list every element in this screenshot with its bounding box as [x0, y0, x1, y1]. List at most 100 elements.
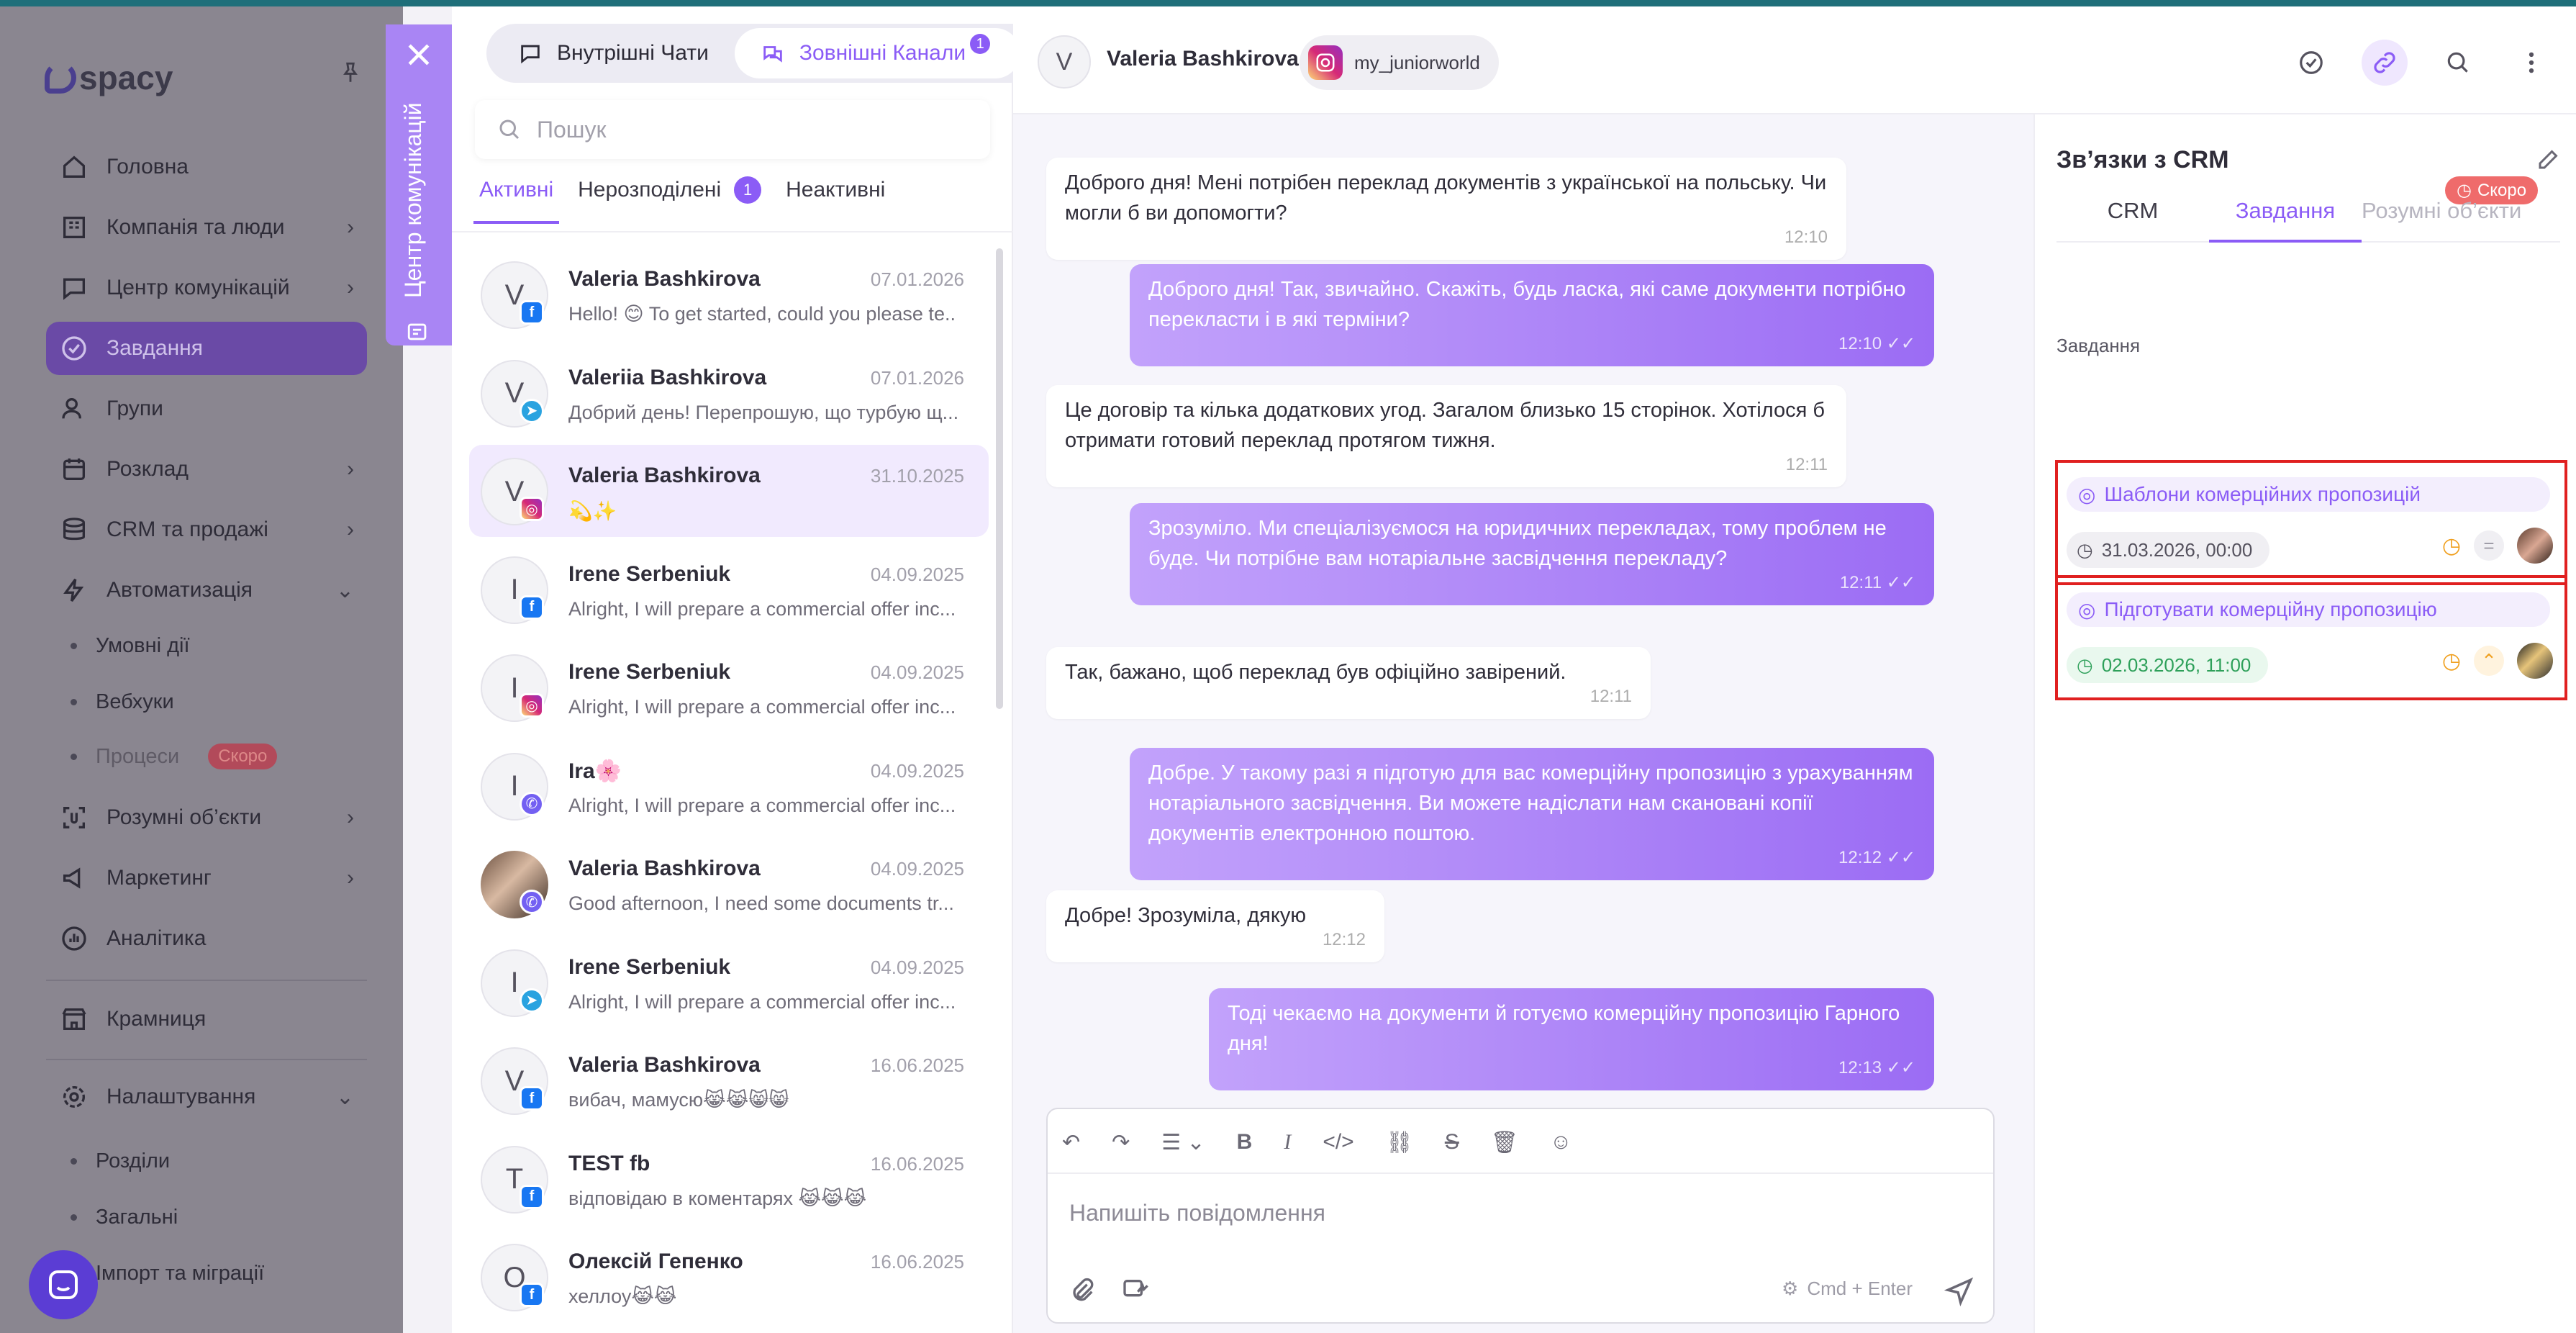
conversation-item[interactable]: I ➤ Irene Serbeniuk 04.09.2025 Alright, …	[469, 936, 989, 1029]
conversation-item[interactable]: I ✆ Ira🌸 04.09.2025 Alright, I will prep…	[469, 740, 989, 832]
logo-text: spacy	[79, 59, 173, 96]
sidebar-item-3[interactable]: Завдання	[46, 322, 367, 375]
message-text: Доброго дня! Так, звичайно. Скажіть, буд…	[1148, 278, 1906, 331]
sidebar-item-0[interactable]: Головна	[46, 140, 367, 194]
automation-sub-item-1[interactable]: Вебхуки	[71, 690, 174, 714]
sidebar-item2-0[interactable]: Розумні об’єкти ›	[46, 791, 367, 844]
task-deadline[interactable]: ◷ 02.03.2026, 11:00	[2067, 647, 2269, 683]
message-text: Зрозуміло. Ми спеціалізуємося на юридичн…	[1148, 517, 1887, 570]
conversation-item[interactable]: V ◎ Valeria Bashkirova 31.10.2025 💫✨	[469, 445, 989, 537]
app-logo[interactable]: spacy	[45, 58, 173, 97]
list-tab-0[interactable]: Активні	[473, 176, 560, 224]
assignee-avatar[interactable]	[2517, 528, 2553, 564]
tab-label: Нерозподілені	[578, 178, 722, 202]
trash-icon[interactable]: 🗑	[1491, 1130, 1518, 1155]
conversation-item[interactable]: T f TEST fb 16.06.2025 відповідаю в коме…	[469, 1133, 989, 1225]
home-icon	[58, 150, 91, 184]
list-scrollbar[interactable]	[996, 248, 1003, 709]
contact-avatar[interactable]: V	[1038, 35, 1091, 89]
chevron-icon: ›	[347, 518, 354, 541]
priority-normal-icon[interactable]: =	[2474, 530, 2504, 561]
conversation-item[interactable]: V f Valeria Bashkirova 16.06.2025 вибач,…	[469, 1034, 989, 1126]
more-options-button[interactable]	[2508, 40, 2554, 86]
automation-sub-item-processes[interactable]: Процеси Скоро	[71, 744, 278, 769]
pin-icon[interactable]	[338, 60, 363, 85]
message-bubble-in[interactable]: Добре! Зрозуміла, дякую 12:12	[1046, 890, 1384, 962]
settings-sub-item-2[interactable]: Імпорт та міграції	[71, 1262, 264, 1285]
sidebar-item-store[interactable]: Крамниця	[46, 993, 367, 1046]
align-dropdown-icon[interactable]: ☰ ⌄	[1161, 1130, 1205, 1155]
crm-links-button[interactable]	[2362, 40, 2408, 86]
bold-icon[interactable]: B	[1237, 1130, 1253, 1154]
link-icon[interactable]: ⛓	[1386, 1130, 1413, 1155]
redo-icon[interactable]: ↷	[1112, 1130, 1130, 1155]
sidebar-item2-2[interactable]: Аналітика	[46, 912, 367, 965]
conversation-item[interactable]: I f Irene Serbeniuk 04.09.2025 Alright, …	[469, 543, 989, 636]
conversation-item[interactable]: ✆ Valeria Bashkirova 04.09.2025 Good aft…	[469, 838, 989, 930]
close-icon[interactable]	[403, 39, 435, 71]
support-chat-button[interactable]	[29, 1250, 98, 1319]
assignee-avatar[interactable]	[2517, 643, 2553, 679]
send-shortcut-hint[interactable]: ⚙ Cmd + Enter	[1782, 1278, 1913, 1300]
italic-icon[interactable]: I	[1284, 1130, 1291, 1154]
conversation-item[interactable]: O f Олексій Гепенко 16.06.2025 хеллоу😹😹	[469, 1231, 989, 1323]
clock-icon: ◷	[2077, 538, 2093, 561]
attach-icon[interactable]	[1068, 1276, 1097, 1305]
settings-sub-item-0[interactable]: Розділи	[71, 1149, 170, 1173]
list-tab-1[interactable]: Нерозподілені 1	[578, 176, 762, 224]
conversation-item[interactable]: V f Valeria Bashkirova 07.01.2026 Hello!…	[469, 248, 989, 340]
list-tab-2[interactable]: Неактивні	[786, 176, 885, 224]
send-hint-text: Cmd + Enter	[1807, 1278, 1913, 1299]
message-bubble-out[interactable]: Доброго дня! Так, звичайно. Скажіть, буд…	[1130, 264, 1934, 366]
message-bubble-out[interactable]: Тоді чекаємо на документи й готуємо коме…	[1209, 988, 1934, 1090]
conversation-item[interactable]: I ◎ Irene Serbeniuk 04.09.2025 Alright, …	[469, 641, 989, 733]
sidebar-item-4[interactable]: Групи	[46, 382, 367, 435]
complete-chat-button[interactable]	[2288, 40, 2334, 86]
message-bubble-in[interactable]: Доброго дня! Мені потрібен переклад доку…	[1046, 158, 1846, 260]
strikethrough-icon[interactable]: S	[1445, 1130, 1459, 1154]
search-chat-button[interactable]	[2435, 40, 2481, 86]
top-tab-0[interactable]: Внутрішні Чати	[492, 28, 735, 78]
time-text: 12:13	[1838, 1058, 1882, 1077]
quick-reply-icon[interactable]	[1121, 1276, 1150, 1305]
crm-tab-2[interactable]: Розумні об’єкти	[2362, 198, 2521, 241]
priority-high-icon[interactable]: ⌃	[2474, 646, 2504, 676]
sidebar-item-2[interactable]: Центр комунікацій ›	[46, 261, 367, 315]
message-bubble-out[interactable]: Зрозуміло. Ми спеціалізуємося на юридичн…	[1130, 503, 1934, 605]
sidebar-item-1[interactable]: Компанія та люди ›	[46, 201, 367, 254]
crm-tab-0[interactable]: CRM	[2056, 198, 2209, 241]
bullet-dot	[71, 643, 77, 649]
top-tab-1[interactable]: Зовнішні Канали 1	[734, 28, 1021, 78]
conversation-item[interactable]: V ➤ Valeriia Bashkirova 07.01.2026 Добри…	[469, 347, 989, 439]
channel-account-chip[interactable]: my_juniorworld	[1300, 35, 1499, 90]
undo-icon[interactable]: ↶	[1062, 1130, 1080, 1155]
conversation-preview: Alright, I will prepare a commercial off…	[568, 597, 956, 620]
task-name[interactable]: ◎ Підготувати комерційну пропозицію	[2067, 592, 2550, 627]
message-bubble-in[interactable]: Це договір та кілька додаткових угод. За…	[1046, 385, 1846, 487]
emoji-icon[interactable]: ☺	[1550, 1130, 1572, 1154]
sidebar-item-5[interactable]: Розклад ›	[46, 443, 367, 496]
search-input[interactable]: Пошук	[475, 100, 990, 159]
message-bubble-in[interactable]: Так, бажано, щоб переклад був офіційно з…	[1046, 647, 1651, 719]
soon-badge: Скоро	[208, 744, 278, 769]
task-deadline[interactable]: ◷ 31.03.2026, 00:00	[2067, 532, 2270, 568]
task-card[interactable]: ◎ Підготувати комерційну пропозицію ◷ 02.0…	[2055, 575, 2567, 700]
sidebar-item-6[interactable]: CRM та продажі ›	[46, 503, 367, 556]
settings-sub-item-1[interactable]: Загальні	[71, 1206, 178, 1229]
send-icon[interactable]	[1944, 1276, 1974, 1306]
crm-tab-1[interactable]: Завдання	[2209, 198, 2362, 243]
code-icon[interactable]: </>	[1323, 1130, 1353, 1154]
communication-panel: Внутрішні Чати Зовнішні Канали 1 Пошта П…	[452, 6, 2576, 1333]
sidebar-item2-1[interactable]: Маркетинг ›	[46, 851, 367, 905]
message-bubble-out[interactable]: Добре. У такому разі я підготую для вас …	[1130, 748, 1934, 880]
automation-sub-item-0[interactable]: Умовні дії	[71, 634, 190, 658]
sidebar-item-settings[interactable]: Налаштування ⌄	[46, 1070, 367, 1124]
contact-name[interactable]: Valeria Bashkirova	[1107, 47, 1299, 71]
task-name[interactable]: ◎ Шаблони комерційних пропозицій	[2067, 477, 2550, 512]
edit-pencil-icon[interactable]	[2536, 146, 2562, 172]
sidebar-item-7[interactable]: Автоматизація ⌄	[46, 564, 367, 617]
crm-panel-title: Зв’язки з CRM	[2056, 146, 2229, 173]
task-card[interactable]: ◎ Шаблони комерційних пропозицій ◷ 31.03.2…	[2055, 460, 2567, 585]
message-input[interactable]: Напишіть повідомлення	[1069, 1200, 1325, 1226]
communication-center-tab[interactable]: Центр комунікацій	[386, 24, 452, 345]
